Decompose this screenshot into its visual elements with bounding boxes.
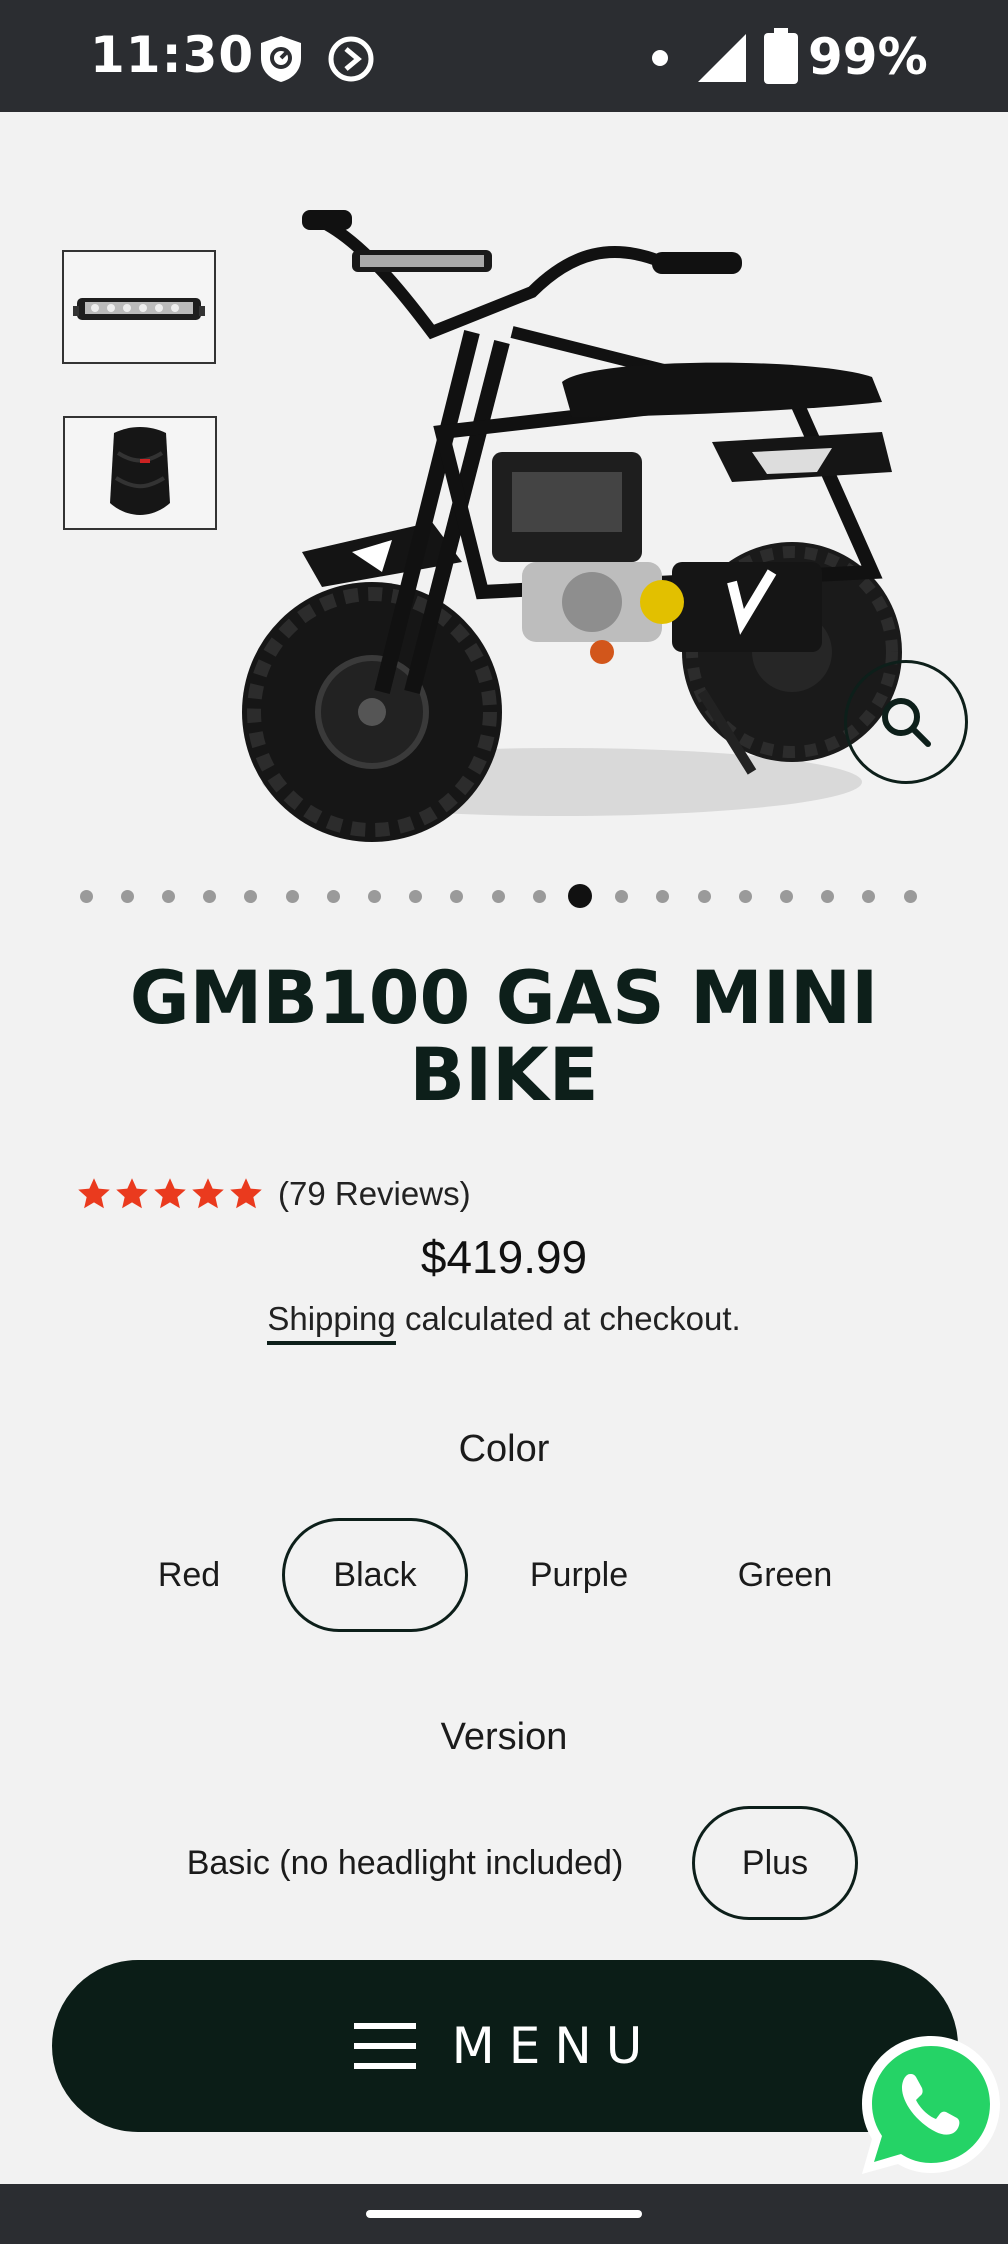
zoom-button[interactable] (844, 660, 968, 784)
mini-bike-image (242, 210, 902, 842)
gallery-dot[interactable] (821, 890, 835, 903)
neck-gaiter-image (110, 427, 170, 515)
color-option-label: Color (458, 1428, 550, 1470)
status-bar: 11:30 99% (0, 0, 1008, 112)
gallery-dot[interactable] (409, 890, 423, 903)
gallery-dot[interactable] (161, 890, 175, 903)
color-black[interactable]: Black (282, 1518, 468, 1632)
gallery-dot[interactable] (367, 890, 381, 903)
gallery-dot[interactable] (120, 890, 134, 903)
gallery-dot[interactable] (862, 890, 876, 903)
star-icon (192, 1178, 224, 1209)
color-red[interactable]: Red (126, 1518, 252, 1632)
gallery-pagination (0, 884, 1008, 910)
color-purple[interactable]: Purple (500, 1518, 658, 1632)
version-plus[interactable]: Plus (692, 1806, 858, 1920)
color-green[interactable]: Green (700, 1518, 870, 1632)
gallery-dot[interactable] (450, 890, 464, 903)
whatsapp-button[interactable] (854, 2028, 1008, 2182)
star-icon (154, 1178, 186, 1209)
gallery-dot[interactable] (532, 890, 546, 903)
product-price: $419.99 (420, 1231, 588, 1283)
dot-icon (652, 50, 668, 71)
gallery-dot[interactable] (79, 890, 93, 903)
shield-icon (258, 34, 304, 89)
battery-percent: 99% (808, 28, 928, 86)
neck-gaiter-thumbnail[interactable] (63, 416, 217, 530)
shipping-note: Shipping calculated at checkout. (0, 1300, 1008, 1345)
system-nav-bar (0, 2184, 1008, 2244)
gallery-dot[interactable] (697, 890, 711, 903)
gallery-dot[interactable] (779, 890, 793, 903)
gallery-dot[interactable] (285, 890, 299, 903)
product-rating[interactable]: (79 Reviews) (76, 1170, 471, 1218)
reviews-count: (79 Reviews) (278, 1175, 471, 1212)
star-icon (230, 1178, 262, 1209)
gallery-dot[interactable] (903, 890, 917, 903)
led-light-bar-thumbnail[interactable] (62, 250, 216, 364)
star-icon (78, 1178, 110, 1209)
gallery-dot[interactable] (738, 890, 752, 903)
version-basic[interactable]: Basic (no headlight included) (160, 1806, 650, 1920)
gallery-dot[interactable] (203, 890, 217, 903)
star-icon (116, 1178, 148, 1209)
sync-icon (326, 34, 376, 89)
gallery-dot[interactable] (656, 890, 670, 903)
gallery-dot[interactable] (568, 884, 593, 908)
menu-button[interactable]: MENU (52, 1960, 958, 2132)
product-gallery (0, 112, 1008, 872)
hamburger-icon (353, 2023, 416, 2069)
gallery-dot[interactable] (491, 890, 505, 903)
signal-icon (698, 34, 748, 87)
gallery-dot[interactable] (326, 890, 340, 903)
menu-label: MENU (451, 2017, 657, 2075)
search-icon (882, 698, 931, 747)
home-gesture-handle[interactable] (366, 2210, 642, 2218)
battery-icon (764, 28, 798, 89)
status-time: 11:30 (90, 26, 255, 84)
gallery-dot[interactable] (244, 890, 258, 903)
rating-stars (76, 1176, 264, 1212)
light-bar-image (73, 298, 205, 320)
shipping-text: calculated at checkout. (395, 1300, 741, 1337)
whatsapp-icon (862, 2036, 1000, 2174)
shipping-link[interactable]: Shipping (267, 1300, 396, 1345)
gallery-dot[interactable] (615, 890, 629, 903)
product-title: GMB100 GAS MINI BIKE (129, 956, 879, 1118)
version-option-label: Version (440, 1716, 568, 1758)
